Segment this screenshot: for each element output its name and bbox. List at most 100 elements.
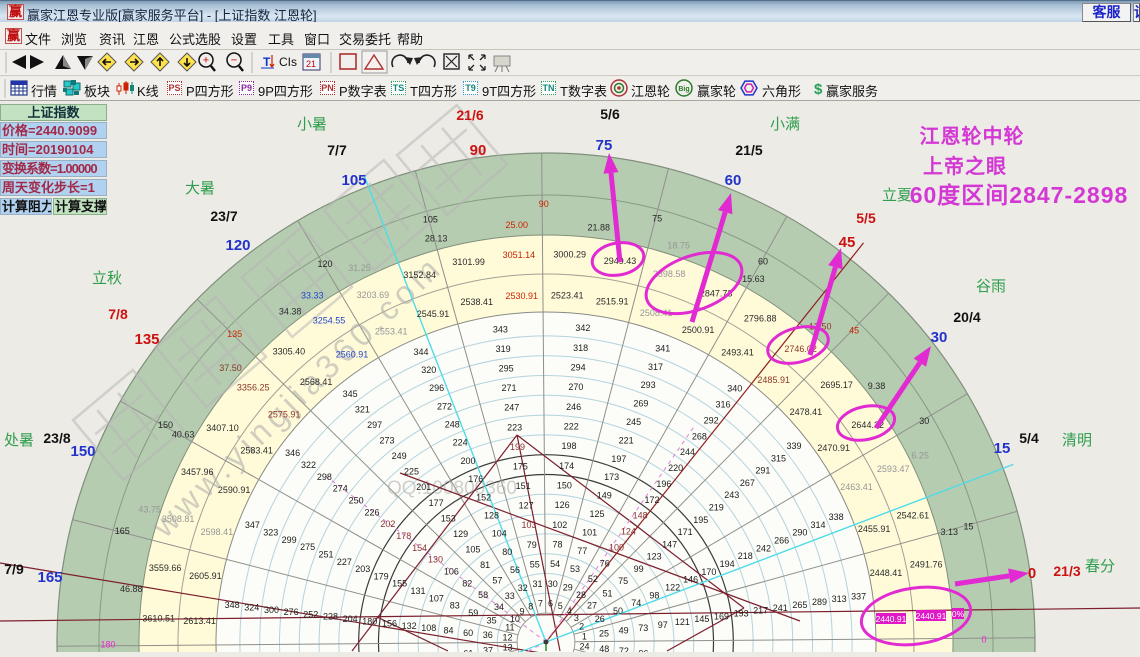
svg-text:30: 30 [919, 416, 929, 426]
svg-text:84: 84 [443, 626, 453, 636]
svg-text:34: 34 [494, 602, 504, 612]
svg-text:43.75: 43.75 [138, 504, 161, 514]
svg-text:227: 227 [337, 557, 352, 567]
svg-text:291: 291 [755, 466, 770, 476]
svg-text:上帝之眼: 上帝之眼 [923, 154, 1007, 178]
svg-text:103: 103 [521, 520, 536, 530]
svg-text:77: 77 [577, 546, 587, 556]
svg-text:150: 150 [158, 420, 173, 430]
svg-text:2605.91: 2605.91 [189, 571, 222, 581]
svg-text:339: 339 [786, 441, 801, 451]
svg-text:347: 347 [245, 520, 260, 530]
svg-text:323: 323 [263, 528, 278, 538]
svg-text:290: 290 [792, 528, 807, 538]
svg-text:338: 338 [829, 512, 844, 522]
svg-text:小暑: 小暑 [297, 116, 327, 133]
svg-text:194: 194 [720, 559, 735, 569]
svg-text:2560.91: 2560.91 [336, 349, 369, 359]
svg-text:203: 203 [355, 564, 370, 574]
svg-text:172: 172 [644, 495, 659, 505]
svg-text:61: 61 [463, 648, 473, 652]
svg-text:31.25: 31.25 [348, 263, 371, 273]
svg-text:2500.91: 2500.91 [682, 325, 715, 335]
svg-text:249: 249 [392, 451, 407, 461]
svg-text:225: 225 [404, 467, 419, 477]
svg-text:99: 99 [634, 564, 644, 574]
svg-text:15.63: 15.63 [742, 274, 765, 284]
svg-text:2485.91: 2485.91 [757, 375, 790, 385]
svg-text:5/4: 5/4 [1019, 430, 1039, 446]
svg-text:222: 222 [564, 422, 579, 432]
svg-text:195: 195 [693, 515, 708, 525]
svg-text:51: 51 [602, 588, 612, 598]
svg-text:148: 148 [633, 511, 648, 521]
svg-text:220: 220 [668, 463, 683, 473]
svg-text:72: 72 [619, 646, 629, 652]
svg-text:293: 293 [641, 380, 656, 390]
svg-text:3457.96: 3457.96 [181, 467, 214, 477]
svg-text:147: 147 [662, 539, 677, 549]
svg-text:2478.41: 2478.41 [790, 407, 823, 417]
svg-text:345: 345 [343, 389, 358, 399]
svg-text:317: 317 [648, 362, 663, 372]
svg-text:23/8: 23/8 [43, 430, 70, 446]
svg-text:3203.69: 3203.69 [357, 290, 390, 300]
svg-text:1: 1 [582, 631, 587, 641]
svg-text:57: 57 [492, 576, 502, 586]
svg-text:9: 9 [519, 607, 524, 617]
svg-text:316: 316 [715, 400, 730, 410]
svg-text:59: 59 [468, 608, 478, 618]
svg-text:275: 275 [300, 542, 315, 552]
svg-text:75: 75 [618, 576, 628, 586]
svg-text:171: 171 [678, 527, 693, 537]
svg-text:217: 217 [753, 606, 768, 616]
svg-text:150: 150 [557, 481, 572, 491]
svg-text:春分: 春分 [1085, 558, 1115, 575]
svg-text:299: 299 [282, 535, 297, 545]
svg-text:120: 120 [225, 237, 250, 254]
svg-text:105: 105 [341, 172, 366, 189]
svg-text:58: 58 [478, 590, 488, 600]
svg-text:176: 176 [468, 474, 483, 484]
svg-text:346: 346 [285, 448, 300, 458]
svg-text:342: 342 [575, 323, 590, 333]
svg-text:3: 3 [574, 613, 579, 623]
svg-text:20/4: 20/4 [953, 309, 980, 325]
svg-text:295: 295 [499, 364, 514, 374]
svg-text:56: 56 [510, 565, 520, 575]
svg-text:2542.61: 2542.61 [897, 511, 930, 521]
svg-text:322: 322 [301, 460, 316, 470]
svg-text:45: 45 [839, 234, 856, 251]
svg-text:266: 266 [774, 536, 789, 546]
svg-text:228: 228 [323, 612, 338, 622]
svg-text:324: 324 [244, 602, 259, 612]
svg-text:97: 97 [658, 620, 668, 630]
svg-text:60: 60 [463, 628, 473, 638]
svg-text:6: 6 [548, 599, 553, 609]
svg-text:82: 82 [462, 578, 472, 588]
svg-text:0: 0 [1028, 565, 1036, 582]
svg-text:5: 5 [558, 601, 563, 611]
svg-text:197: 197 [611, 454, 626, 464]
svg-text:2455.91: 2455.91 [858, 524, 891, 534]
svg-text:2491.76: 2491.76 [910, 560, 943, 570]
svg-text:337: 337 [851, 591, 866, 601]
svg-text:21/5: 21/5 [735, 142, 762, 158]
svg-text:2583.41: 2583.41 [240, 446, 273, 456]
svg-text:15: 15 [963, 521, 973, 531]
svg-text:125: 125 [589, 509, 604, 519]
svg-text:江恩轮中轮: 江恩轮中轮 [920, 124, 1025, 148]
svg-text:81: 81 [480, 560, 490, 570]
svg-text:135: 135 [134, 331, 159, 348]
svg-text:3101.99: 3101.99 [452, 257, 485, 267]
svg-text:2568.41: 2568.41 [300, 377, 333, 387]
svg-text:75: 75 [652, 213, 662, 223]
svg-text:3610.51: 3610.51 [142, 613, 175, 623]
svg-text:3152.84: 3152.84 [403, 270, 436, 280]
svg-text:49: 49 [619, 626, 629, 636]
svg-text:270: 270 [568, 382, 583, 392]
svg-text:146: 146 [683, 575, 698, 585]
svg-text:83: 83 [450, 601, 460, 611]
svg-text:267: 267 [740, 478, 755, 488]
svg-text:25.00: 25.00 [506, 220, 529, 230]
